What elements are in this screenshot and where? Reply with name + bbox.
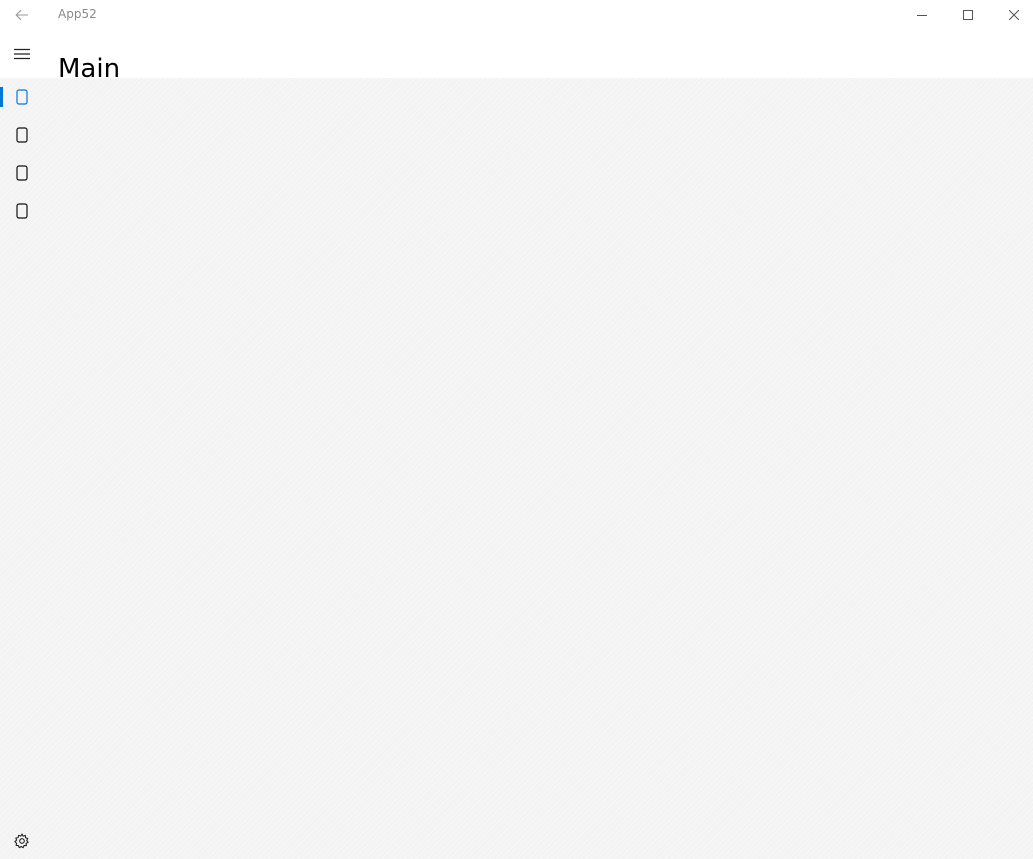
page-icon	[16, 89, 28, 105]
nav-item-3[interactable]	[0, 154, 44, 192]
nav-item-1[interactable]	[0, 78, 44, 116]
back-button[interactable]	[0, 0, 44, 30]
maximize-button[interactable]	[945, 0, 991, 30]
page-icon	[16, 203, 28, 219]
minimize-button[interactable]	[899, 0, 945, 30]
app-title: App52	[58, 7, 97, 21]
nav-item-4[interactable]	[0, 192, 44, 230]
content-frame	[0, 78, 1033, 859]
title-bar: App52	[0, 0, 1033, 30]
hamburger-icon	[14, 48, 30, 60]
maximize-icon	[963, 10, 973, 20]
page-icon	[16, 165, 28, 181]
close-button[interactable]	[991, 0, 1033, 30]
back-arrow-icon	[15, 9, 28, 21]
app-window: App52 Main	[0, 0, 1033, 859]
nav-pane	[0, 78, 44, 859]
nav-item-2[interactable]	[0, 116, 44, 154]
page-header: Main	[0, 30, 1033, 84]
gear-icon	[14, 833, 29, 849]
page-icon	[16, 127, 28, 143]
menu-toggle-button[interactable]	[0, 30, 44, 78]
close-icon	[1009, 10, 1019, 20]
minimize-icon	[917, 15, 927, 16]
settings-button[interactable]	[0, 822, 44, 859]
